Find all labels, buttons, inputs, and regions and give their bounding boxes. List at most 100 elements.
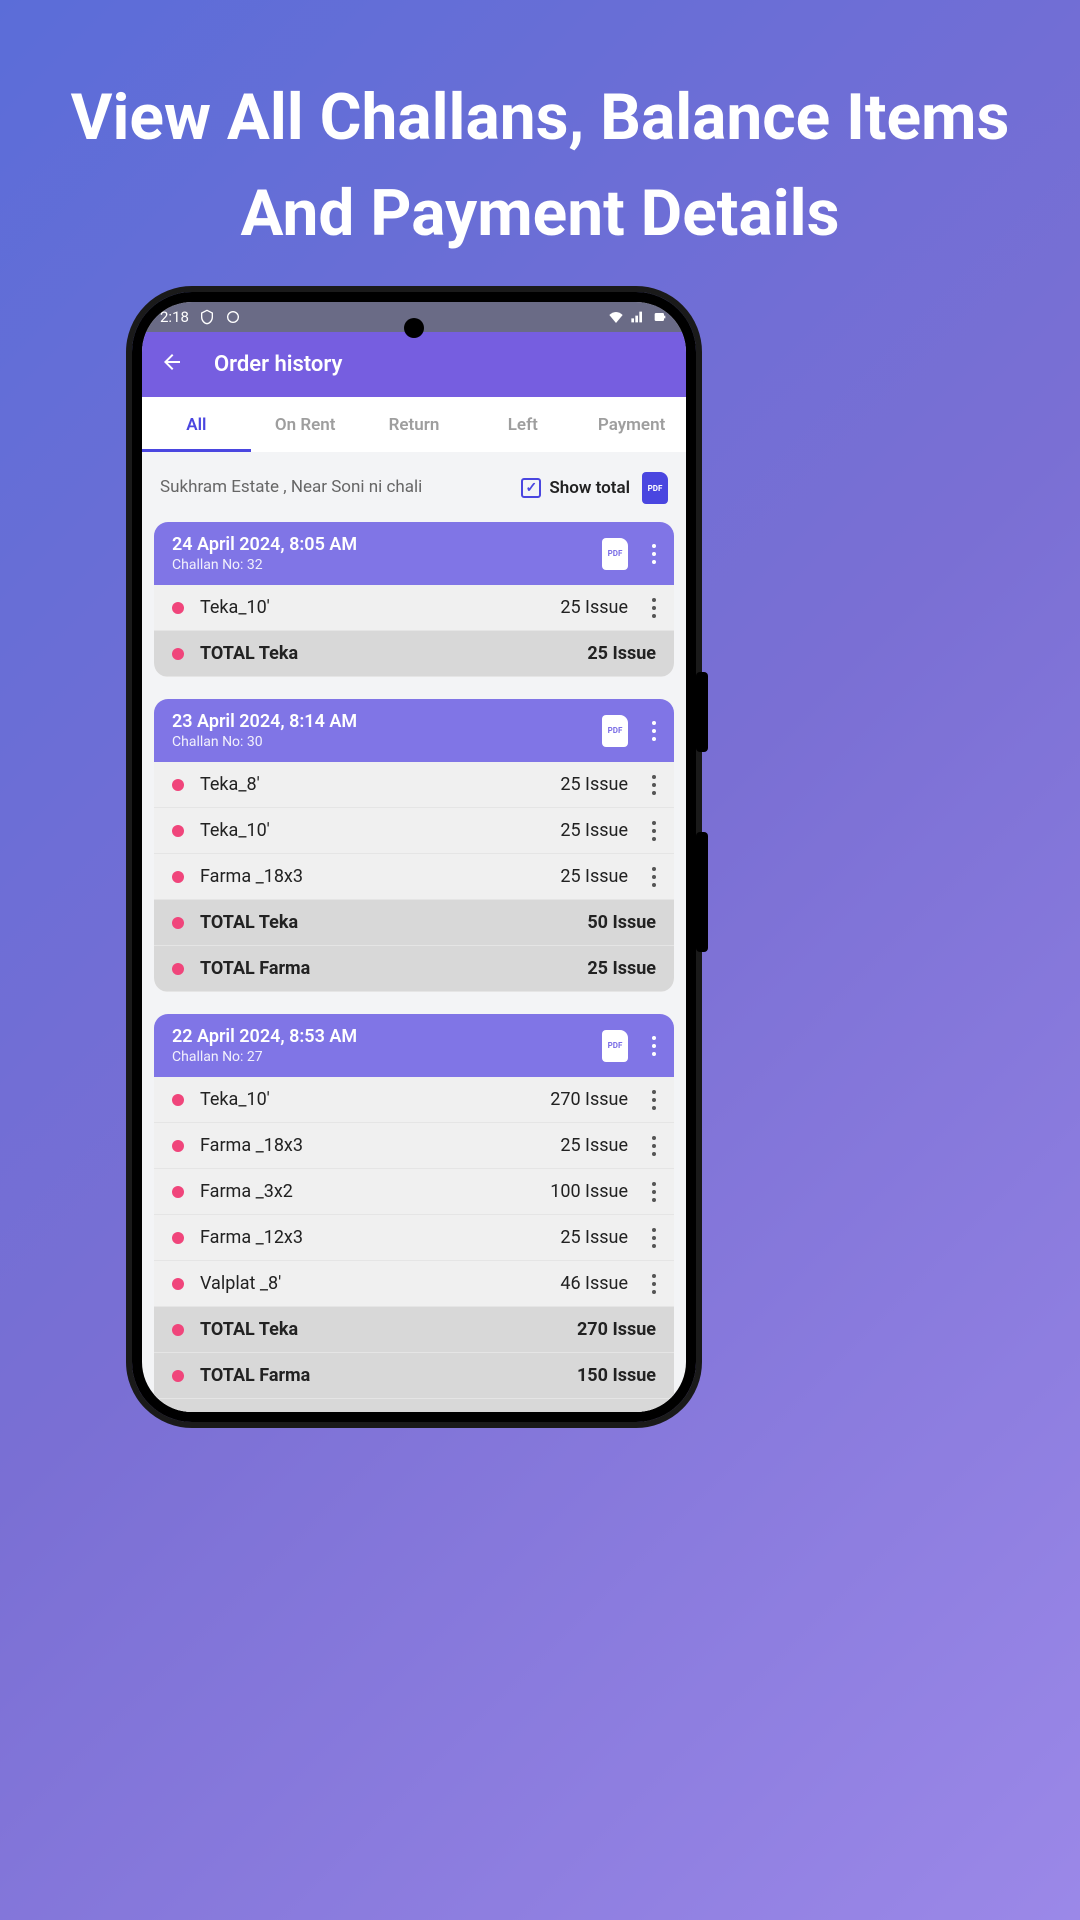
- bullet-icon: [172, 963, 184, 975]
- bullet-icon: [172, 871, 184, 883]
- bullet-icon: [172, 1186, 184, 1198]
- item-row: Teka_10'25 Issue: [154, 808, 674, 854]
- tab-return[interactable]: Return: [360, 397, 469, 452]
- item-qty: 25 Issue: [560, 820, 628, 841]
- total-qty: 150 Issue: [577, 1365, 656, 1386]
- checkbox-label: Show total: [549, 478, 630, 498]
- bullet-icon: [172, 1370, 184, 1382]
- challan-more-button[interactable]: [652, 544, 656, 564]
- item-name: Teka_10': [200, 597, 560, 618]
- page-title: Order history: [214, 352, 342, 377]
- item-name: Farma _18x3: [200, 1135, 560, 1156]
- item-row: Farma _3x2100 Issue: [154, 1169, 674, 1215]
- challan-date: 23 April 2024, 8:14 AM: [172, 711, 602, 732]
- item-more-button[interactable]: [652, 821, 656, 841]
- location-text: Sukhram Estate , Near Soni ni chali: [160, 476, 509, 500]
- total-row: TOTAL Farma150 Issue: [154, 1353, 674, 1399]
- total-name: TOTAL Valplat: [200, 1411, 587, 1412]
- item-more-button[interactable]: [652, 1274, 656, 1294]
- status-time: 2:18: [160, 308, 189, 326]
- item-qty: 100 Issue: [550, 1181, 628, 1202]
- item-more-button[interactable]: [652, 1136, 656, 1156]
- total-name: TOTAL Teka: [200, 912, 587, 933]
- total-name: TOTAL Farma: [200, 1365, 577, 1386]
- battery-icon: [652, 309, 668, 325]
- challan-pdf-button[interactable]: PDF: [602, 715, 628, 747]
- bullet-icon: [172, 1140, 184, 1152]
- item-name: Teka_8': [200, 774, 560, 795]
- item-name: Valplat _8': [200, 1273, 560, 1294]
- challan-number: Challan No: 32: [172, 557, 602, 573]
- total-name: TOTAL Teka: [200, 1319, 577, 1340]
- item-row: Teka_10'25 Issue: [154, 585, 674, 631]
- marketing-title: View All Challans, Balance Items And Pay…: [0, 0, 1080, 262]
- challan-header: 24 April 2024, 8:05 AM Challan No: 32 PDF: [154, 522, 674, 585]
- bullet-icon: [172, 602, 184, 614]
- total-qty: 25 Issue: [587, 958, 656, 979]
- total-row: TOTAL Teka270 Issue: [154, 1307, 674, 1353]
- item-qty: 46 Issue: [560, 1273, 628, 1294]
- bullet-icon: [172, 779, 184, 791]
- item-qty: 270 Issue: [550, 1089, 628, 1110]
- app-bar: Order history: [142, 332, 686, 397]
- item-qty: 25 Issue: [560, 597, 628, 618]
- item-name: Farma _18x3: [200, 866, 560, 887]
- total-row: TOTAL Teka50 Issue: [154, 900, 674, 946]
- challan-more-button[interactable]: [652, 721, 656, 741]
- challan-more-button[interactable]: [652, 1036, 656, 1056]
- context-row: Sukhram Estate , Near Soni ni chali ✓ Sh…: [142, 452, 686, 522]
- item-more-button[interactable]: [652, 1228, 656, 1248]
- pdf-icon: PDF: [608, 1041, 623, 1050]
- tab-payment[interactable]: Payment: [577, 397, 686, 452]
- tab-on-rent[interactable]: On Rent: [251, 397, 360, 452]
- challan-pdf-button[interactable]: PDF: [602, 538, 628, 570]
- signal-icon: [630, 309, 646, 325]
- pdf-icon: PDF: [608, 549, 623, 558]
- challan-header: 23 April 2024, 8:14 AMChallan No: 30PDF: [154, 699, 674, 762]
- challan-date: 24 April 2024, 8:05 AM: [172, 534, 602, 555]
- bullet-icon: [172, 1324, 184, 1336]
- pdf-icon: PDF: [648, 484, 663, 493]
- pdf-icon: PDF: [608, 726, 623, 735]
- challan-header: 22 April 2024, 8:53 AMChallan No: 27PDF: [154, 1014, 674, 1077]
- item-name: Farma _3x2: [200, 1181, 550, 1202]
- challan-number: Challan No: 27: [172, 1049, 602, 1065]
- item-qty: 25 Issue: [560, 1227, 628, 1248]
- checkbox-icon: ✓: [521, 478, 541, 498]
- bullet-icon: [172, 917, 184, 929]
- bullet-icon: [172, 825, 184, 837]
- circle-icon: [225, 309, 241, 325]
- wifi-icon: [608, 309, 624, 325]
- challan-card: 24 April 2024, 8:05 AM Challan No: 32 PDF T…: [154, 522, 674, 677]
- tab-bar: AllOn RentReturnLeftPayment: [142, 397, 686, 452]
- item-row: Teka_8'25 Issue: [154, 762, 674, 808]
- item-more-button[interactable]: [652, 598, 656, 618]
- total-qty: 25 Issue: [587, 643, 656, 664]
- item-more-button[interactable]: [652, 867, 656, 887]
- item-qty: 25 Issue: [560, 774, 628, 795]
- item-qty: 25 Issue: [560, 1135, 628, 1156]
- back-button[interactable]: [160, 350, 184, 380]
- bullet-icon: [172, 648, 184, 660]
- total-qty: 46 Issue: [587, 1411, 656, 1412]
- order-list[interactable]: 24 April 2024, 8:05 AM Challan No: 32 PDF T…: [142, 522, 686, 1412]
- item-more-button[interactable]: [652, 775, 656, 795]
- challan-pdf-button[interactable]: PDF: [602, 1030, 628, 1062]
- phone-notch: [404, 318, 424, 338]
- item-row: Farma _18x325 Issue: [154, 1123, 674, 1169]
- tab-all[interactable]: All: [142, 397, 251, 452]
- show-total-checkbox[interactable]: ✓ Show total: [521, 478, 630, 498]
- phone-frame: 2:18 Order history AllOn RentReturnLeftP…: [132, 292, 696, 1422]
- export-pdf-button[interactable]: PDF: [642, 472, 668, 504]
- item-row: Valplat _8'46 Issue: [154, 1261, 674, 1307]
- phone-screen: 2:18 Order history AllOn RentReturnLeftP…: [142, 302, 686, 1412]
- tab-left[interactable]: Left: [468, 397, 577, 452]
- total-row: TOTAL Valplat46 Issue: [154, 1399, 674, 1412]
- item-more-button[interactable]: [652, 1090, 656, 1110]
- item-row: Teka_10'270 Issue: [154, 1077, 674, 1123]
- challan-card: 22 April 2024, 8:53 AMChallan No: 27PDFT…: [154, 1014, 674, 1412]
- item-more-button[interactable]: [652, 1182, 656, 1202]
- total-qty: 270 Issue: [577, 1319, 656, 1340]
- total-name: TOTAL Teka: [200, 643, 587, 664]
- total-row: TOTAL Teka25 Issue: [154, 631, 674, 677]
